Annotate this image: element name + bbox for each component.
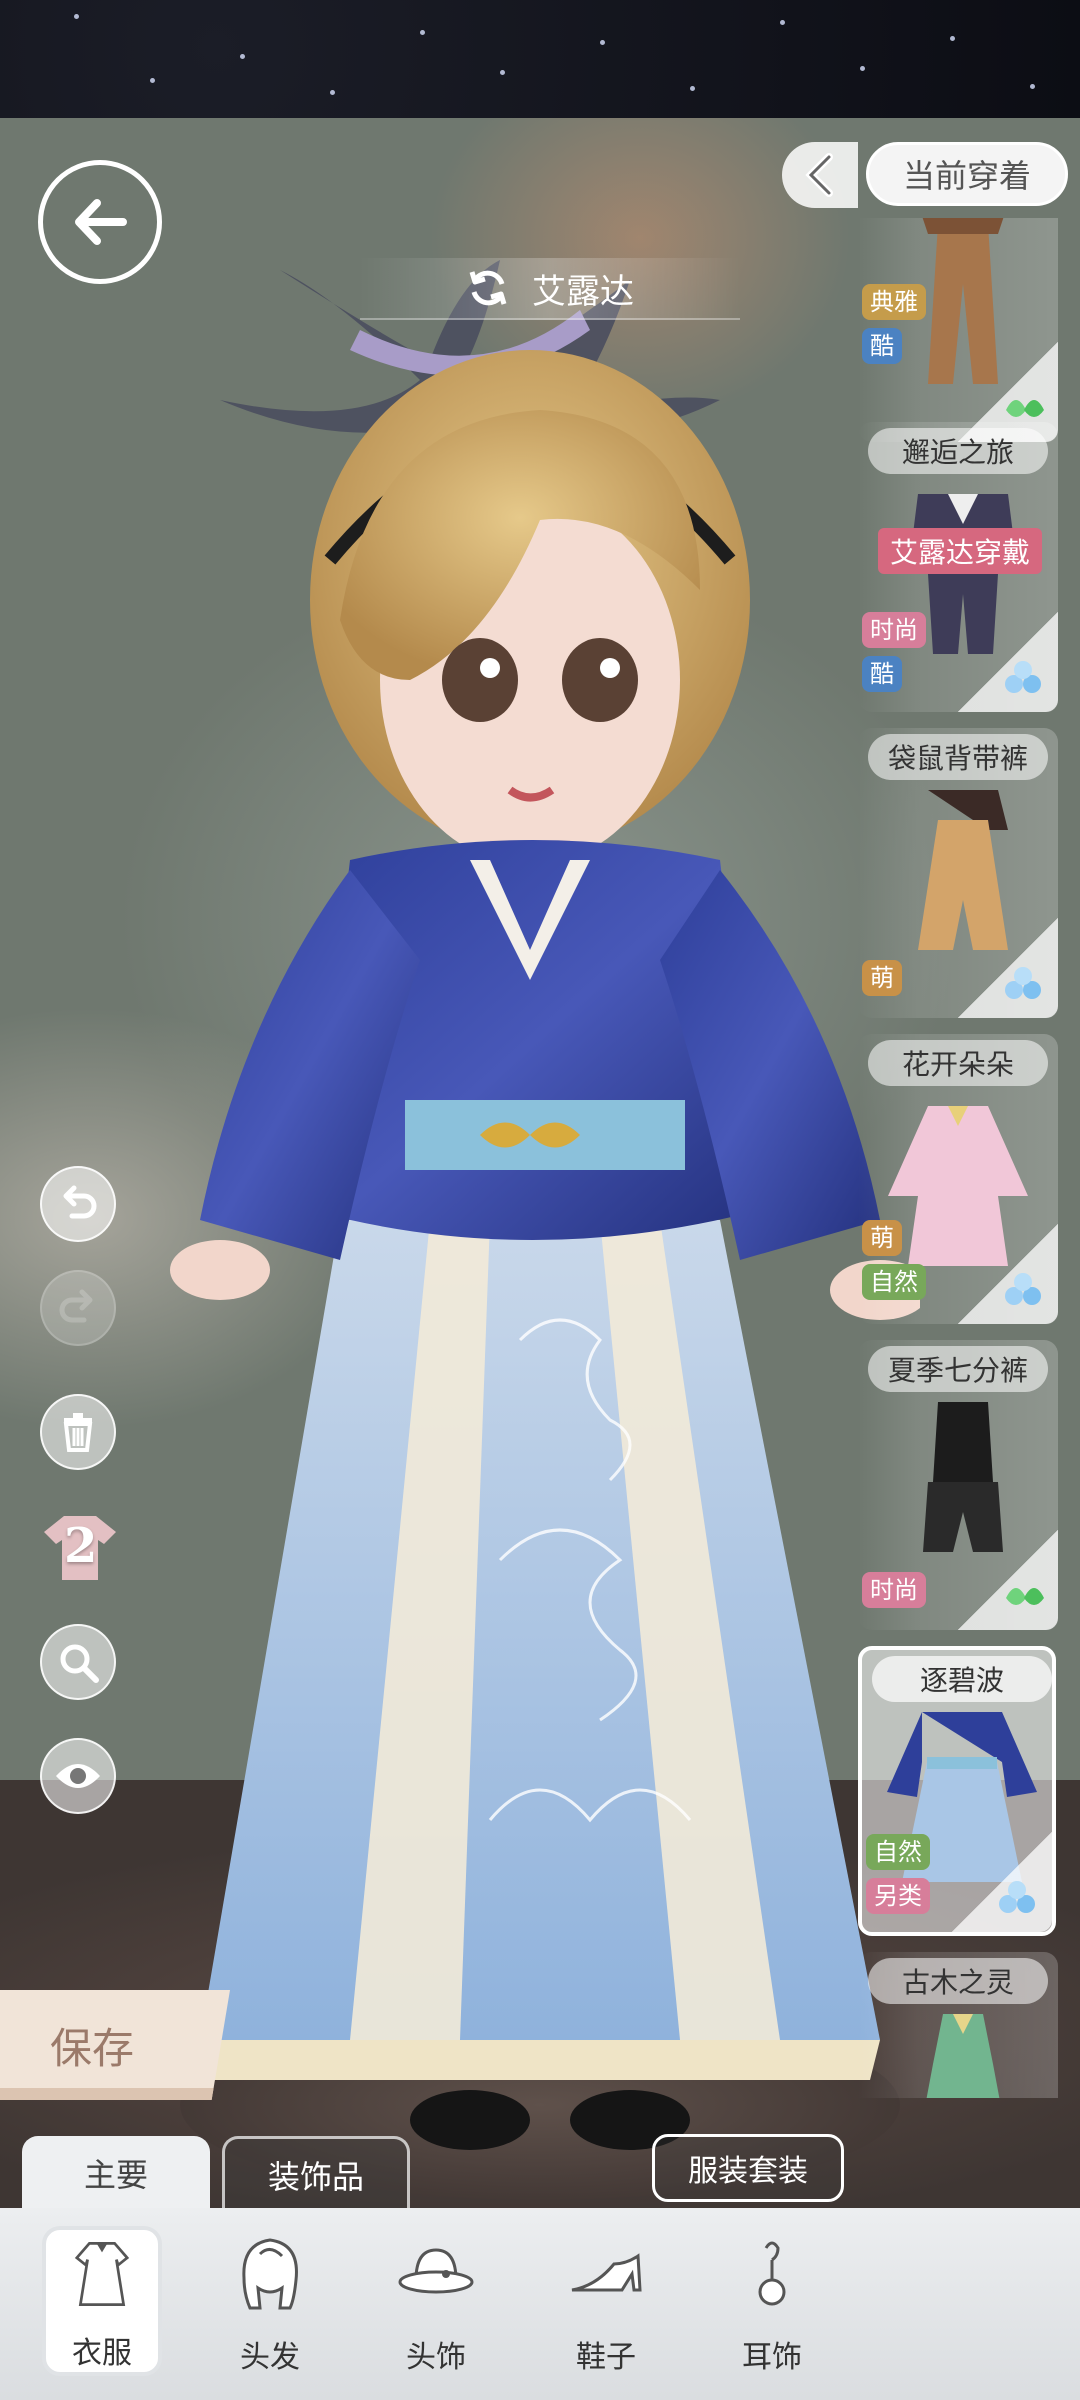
blue-gem-icon	[999, 1881, 1035, 1913]
wearing-badge: 艾露达穿戴	[878, 528, 1043, 574]
redo-button[interactable]	[40, 1270, 116, 1346]
item-thumb-green-dress	[926, 2014, 1000, 2098]
item-title: 袋鼠背带裤	[868, 734, 1048, 780]
item-tag: 典雅	[862, 284, 926, 320]
delete-button[interactable]	[40, 1394, 116, 1470]
item-card[interactable]: 邂逅之旅 艾露达穿戴 时尚 酷	[858, 422, 1058, 712]
blue-gem-icon	[1005, 967, 1041, 999]
item-card[interactable]: 袋鼠背带裤 萌	[858, 728, 1058, 1018]
category-bar: 衣服 头发 头饰 鞋子 耳饰	[0, 2208, 1080, 2400]
item-tag: 另类	[866, 1878, 930, 1914]
category-hair[interactable]: 头发	[210, 2226, 330, 2376]
item-card[interactable]: 古木之灵	[858, 1952, 1058, 2098]
redo-icon	[59, 1289, 93, 1323]
category-label: 鞋子	[576, 2340, 636, 2375]
item-tag: 萌	[862, 960, 902, 996]
item-title: 邂逅之旅	[868, 428, 1048, 474]
item-rarity-corner	[958, 1224, 1058, 1324]
category-clothes[interactable]: 衣服	[42, 2226, 162, 2376]
back-button[interactable]	[38, 160, 162, 284]
layer-count: 2	[64, 1518, 98, 1574]
save-button[interactable]: 保存	[0, 1990, 230, 2100]
item-rarity-corner	[958, 1530, 1058, 1630]
item-tag: 酷	[862, 328, 902, 364]
dress-icon	[74, 2242, 130, 2306]
refresh-icon	[469, 270, 507, 306]
item-title: 逐碧波	[872, 1656, 1052, 1702]
item-rarity-corner	[958, 918, 1058, 1018]
hair-icon	[242, 2238, 298, 2310]
item-card[interactable]: 花开朵朵 萌 自然	[858, 1034, 1058, 1324]
item-card[interactable]: 夏季七分裤 时尚	[858, 1340, 1058, 1630]
hat-icon	[398, 2248, 474, 2294]
outfit-suit-button[interactable]: 服装套装	[652, 2134, 844, 2202]
item-rarity-corner	[958, 612, 1058, 712]
chevron-left-icon	[805, 153, 833, 197]
trash-icon	[63, 1413, 93, 1452]
tab-main[interactable]: 主要	[22, 2136, 210, 2210]
item-list[interactable]: 典雅 酷 邂逅之旅 艾露达穿戴 时尚 酷 袋鼠背带裤 萌 花开朵朵 萌 自然 夏…	[858, 218, 1058, 2098]
character-switch[interactable]: 艾露达	[360, 258, 740, 320]
eye-icon	[56, 1764, 100, 1788]
item-card-selected[interactable]: 逐碧波 自然 另类	[858, 1646, 1056, 1936]
item-tag: 酷	[862, 656, 902, 692]
tab-accessories[interactable]: 装饰品	[222, 2136, 410, 2210]
undo-icon	[63, 1185, 97, 1219]
item-tag: 自然	[866, 1834, 930, 1870]
category-label: 衣服	[72, 2336, 132, 2371]
item-tag: 时尚	[862, 1572, 926, 1608]
blue-gem-icon	[1005, 1273, 1041, 1305]
search-icon	[60, 1644, 99, 1683]
status-bar	[0, 0, 1080, 118]
category-label: 头发	[240, 2340, 300, 2375]
item-rarity-corner	[952, 1832, 1052, 1932]
character-name: 艾露达	[532, 271, 634, 312]
current-outfit-button[interactable]: 当前穿着	[866, 142, 1068, 206]
item-title: 夏季七分裤	[868, 1346, 1048, 1392]
category-label: 耳饰	[742, 2340, 802, 2375]
layer-count-indicator[interactable]: 2	[40, 1510, 120, 1586]
zoom-button[interactable]	[40, 1624, 116, 1700]
category-shoes[interactable]: 鞋子	[546, 2226, 666, 2376]
blue-gem-icon	[1005, 661, 1041, 693]
collapse-list-button[interactable]	[782, 142, 858, 208]
item-card[interactable]: 典雅 酷	[858, 218, 1058, 442]
item-tag: 时尚	[862, 612, 926, 648]
earring-icon	[758, 2241, 786, 2306]
category-earrings[interactable]: 耳饰	[712, 2226, 832, 2376]
green-gem-icon	[1006, 1588, 1044, 1605]
high-heel-icon	[571, 2253, 642, 2292]
item-title: 古木之灵	[868, 1958, 1048, 2004]
visibility-button[interactable]	[40, 1738, 116, 1814]
item-title: 花开朵朵	[868, 1040, 1048, 1086]
category-label: 头饰	[406, 2340, 466, 2375]
arrow-left-icon	[75, 199, 127, 245]
character-model[interactable]	[160, 260, 920, 2160]
undo-button[interactable]	[40, 1166, 116, 1242]
category-headwear[interactable]: 头饰	[376, 2226, 496, 2376]
item-tag: 自然	[862, 1264, 926, 1300]
item-tag: 萌	[862, 1220, 902, 1256]
